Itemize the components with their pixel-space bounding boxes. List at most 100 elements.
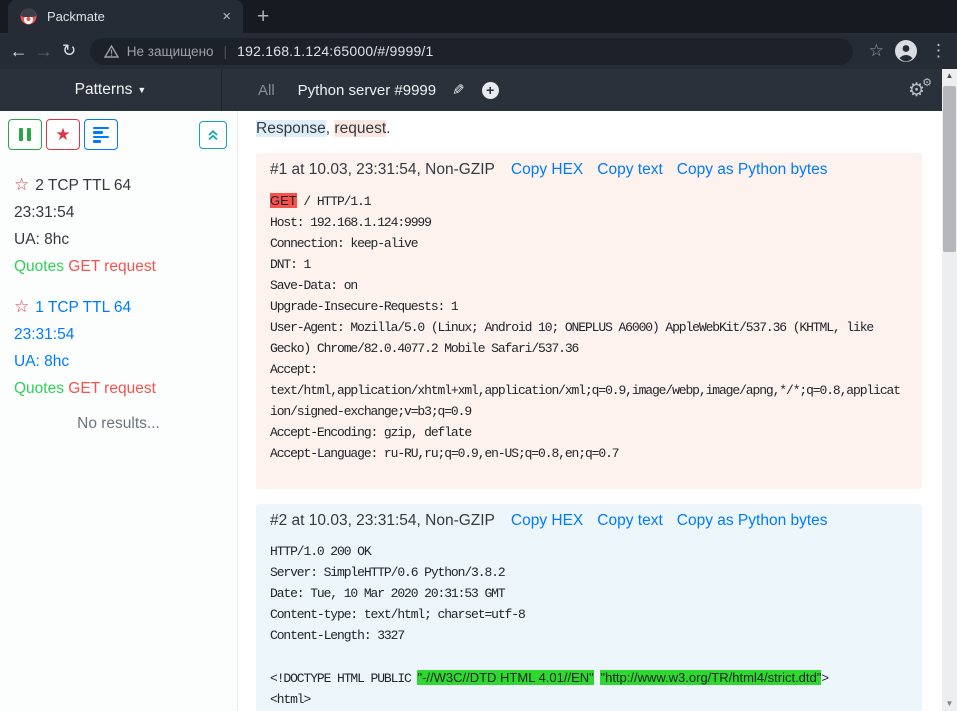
packet-line: HTTP/1.0 200 OK: [270, 541, 912, 562]
packet-card: #2 at 10.03, 23:31:54, Non-GZIP Copy HEX C…: [256, 504, 922, 711]
packet-line: DNT: 1: [270, 254, 912, 275]
copy-action-link[interactable]: Copy text: [597, 512, 662, 530]
stream-sidebar: ★ ☆2 TCP TTL 6423:31:54UA: 8hcQuotes GET…: [0, 111, 238, 711]
packet-text-segment: Content-Length: 3327: [270, 628, 404, 643]
packet-line: <html>: [270, 689, 912, 710]
scroll-down-arrow-icon[interactable]: ▼: [942, 697, 957, 711]
packet-line: Accept-Encoding: gzip, deflate: [270, 422, 912, 443]
new-tab-button[interactable]: +: [257, 5, 269, 29]
stream-pattern-label: Quotes: [14, 258, 64, 275]
packet-text-segment: Save-Data: on: [270, 278, 357, 293]
settings-gears-icon[interactable]: ⚙⚙: [908, 79, 925, 102]
stream-list-item[interactable]: ☆1 TCP TTL 6423:31:54UA: 8hcQuotes GET r…: [14, 293, 237, 402]
copy-action-link[interactable]: Copy HEX: [511, 161, 583, 179]
browser-tab[interactable]: Packmate ×: [8, 0, 243, 33]
packet-line: <!DOCTYPE HTML PUBLIC "-//W3C//DTD HTML …: [270, 667, 912, 689]
patterns-filter-button[interactable]: [84, 119, 118, 150]
packet-line: Save-Data: on: [270, 275, 912, 296]
packet-body: HTTP/1.0 200 OK Server: SimpleHTTP/0.6 Py…: [270, 541, 912, 710]
edit-pencil-icon[interactable]: ✎: [452, 81, 465, 99]
align-left-icon: [93, 127, 109, 143]
pause-icon: [19, 128, 23, 141]
reload-icon[interactable]: ↻: [57, 41, 82, 61]
url-text[interactable]: 192.168.1.124:65000/#/9999/1: [237, 43, 433, 59]
packet-list: #1 at 10.03, 23:31:54, Non-GZIP Copy HEX C…: [256, 153, 922, 711]
page-scrollbar[interactable]: ▲ ▼: [942, 69, 957, 711]
packet-text-segment: >: [821, 671, 828, 686]
stream-time: 23:31:54: [14, 321, 237, 348]
stream-patterns: Quotes GET request: [14, 253, 237, 280]
patterns-menu[interactable]: Patterns▼: [0, 69, 222, 111]
stream-title: ☆ 1 TCP TTL 64: [14, 293, 237, 321]
packet-line: Connection: keep-alive: [270, 233, 912, 254]
packet-line: Accept-Language: ru-RU,ru;q=0.9,en-US;q=…: [270, 443, 912, 464]
stream-list-item[interactable]: ☆2 TCP TTL 6423:31:54UA: 8hcQuotes GET r…: [14, 171, 237, 280]
packet-text-segment: Accept-Language: ru-RU,ru;q=0.9,en-US;q=…: [270, 446, 618, 461]
packet-text-segment: text/html,application/xhtml+xml,applicat…: [270, 383, 900, 398]
tab-close-icon[interactable]: ×: [218, 8, 235, 25]
summary-segment: request: [334, 120, 386, 137]
security-status-label[interactable]: Не защищено: [127, 44, 214, 59]
summary-segment: .: [386, 120, 390, 137]
packet-line: Server: SimpleHTTP/0.6 Python/3.8.2: [270, 562, 912, 583]
stream-title-text: 2 TCP TTL 64: [35, 177, 131, 194]
copy-action-link[interactable]: Copy HEX: [511, 512, 583, 530]
packet-text-segment: Accept-Encoding: gzip, deflate: [270, 425, 471, 440]
packet-line: Content-type: text/html; charset=utf-8: [270, 604, 912, 625]
browser-menu-icon[interactable]: ⋮: [930, 41, 947, 61]
packet-text-segment: <html>: [270, 692, 310, 707]
packet-text-segment: / HTTP/1.1: [297, 194, 371, 209]
stream-ua: UA: 8hc: [14, 348, 237, 375]
packet-text-segment: "-//W3C//DTD HTML 4.01//EN": [417, 670, 593, 685]
pause-capture-button[interactable]: [8, 119, 42, 150]
favorites-filter-button[interactable]: ★: [46, 119, 80, 150]
profile-avatar-icon[interactable]: [894, 39, 918, 63]
copy-action-link[interactable]: Copy as Python bytes: [677, 161, 828, 179]
chevrons-up-icon: [206, 128, 220, 142]
packet-text-segment: HTTP/1.0 200 OK: [270, 544, 371, 559]
packet-text-segment: ion/signed-exchange;v=b3;q=0.9: [270, 404, 471, 419]
packet-text-segment: Connection: keep-alive: [270, 236, 417, 251]
browser-tab-bar: Packmate × +: [0, 0, 957, 33]
browser-toolbar: ← → ↻ Не защищено | 192.168.1.124:65000/…: [0, 33, 957, 69]
packet-text-segment: Server: SimpleHTTP/0.6 Python/3.8.2: [270, 565, 505, 580]
collapse-sidebar-button[interactable]: [199, 121, 227, 149]
bookmark-star-icon[interactable]: ☆: [869, 41, 884, 61]
packet-text-segment: DNT: 1: [270, 257, 310, 272]
packet-line: Content-Length: 3327: [270, 625, 912, 646]
scroll-up-arrow-icon[interactable]: ▲: [942, 69, 957, 83]
tab-all[interactable]: All: [258, 82, 275, 99]
packet-text-segment: GET: [270, 193, 297, 208]
packet-line: Host: 192.168.1.124:9999: [270, 212, 912, 233]
packet-line: Accept:: [270, 359, 912, 380]
favorite-star-icon[interactable]: ☆: [14, 297, 29, 316]
address-bar[interactable]: Не защищено | 192.168.1.124:65000/#/9999…: [90, 38, 853, 65]
stream-pattern-label: GET request: [68, 380, 156, 397]
packet-text-segment: User-Agent: Mozilla/5.0 (Linux; Android …: [270, 320, 873, 335]
stream-list: ☆2 TCP TTL 6423:31:54UA: 8hcQuotes GET r…: [0, 171, 237, 402]
favorite-star-icon[interactable]: ☆: [14, 175, 29, 194]
scrollbar-thumb[interactable]: [943, 86, 956, 252]
forward-icon: →: [31, 41, 56, 62]
no-results: No results...: [0, 415, 237, 433]
patterns-summary: Response, request.: [256, 120, 922, 138]
packet-id-label: #1 at 10.03, 23:31:54, Non-GZIP: [270, 161, 495, 179]
copy-action-link[interactable]: Copy text: [597, 161, 662, 179]
stream-patterns: Quotes GET request: [14, 375, 237, 402]
star-icon: ★: [55, 125, 70, 145]
packet-line: text/html,application/xhtml+xml,applicat…: [270, 380, 912, 401]
packet-line: GET / HTTP/1.1: [270, 190, 912, 212]
stream-pattern-label: Quotes: [14, 380, 64, 397]
packet-text-segment: Accept:: [270, 362, 317, 377]
packet-text-segment: "http://www.w3.org/TR/html4/strict.dtd": [600, 670, 821, 685]
stream-title-text: 1 TCP TTL 64: [35, 299, 131, 316]
back-icon[interactable]: ←: [6, 41, 31, 62]
copy-action-link[interactable]: Copy as Python bytes: [677, 512, 828, 530]
packmate-favicon-icon: [20, 8, 37, 25]
not-secure-warning-icon[interactable]: [104, 45, 119, 58]
packet-header: #1 at 10.03, 23:31:54, Non-GZIP Copy HEX C…: [270, 161, 912, 179]
add-channel-icon[interactable]: +: [482, 82, 499, 99]
packet-text-segment: Date: Tue, 10 Mar 2020 20:31:53 GMT: [270, 586, 505, 601]
packet-text-segment: Gecko) Chrome/82.0.4077.2 Mobile Safari/…: [270, 341, 578, 356]
packet-id-label: #2 at 10.03, 23:31:54, Non-GZIP: [270, 512, 495, 530]
